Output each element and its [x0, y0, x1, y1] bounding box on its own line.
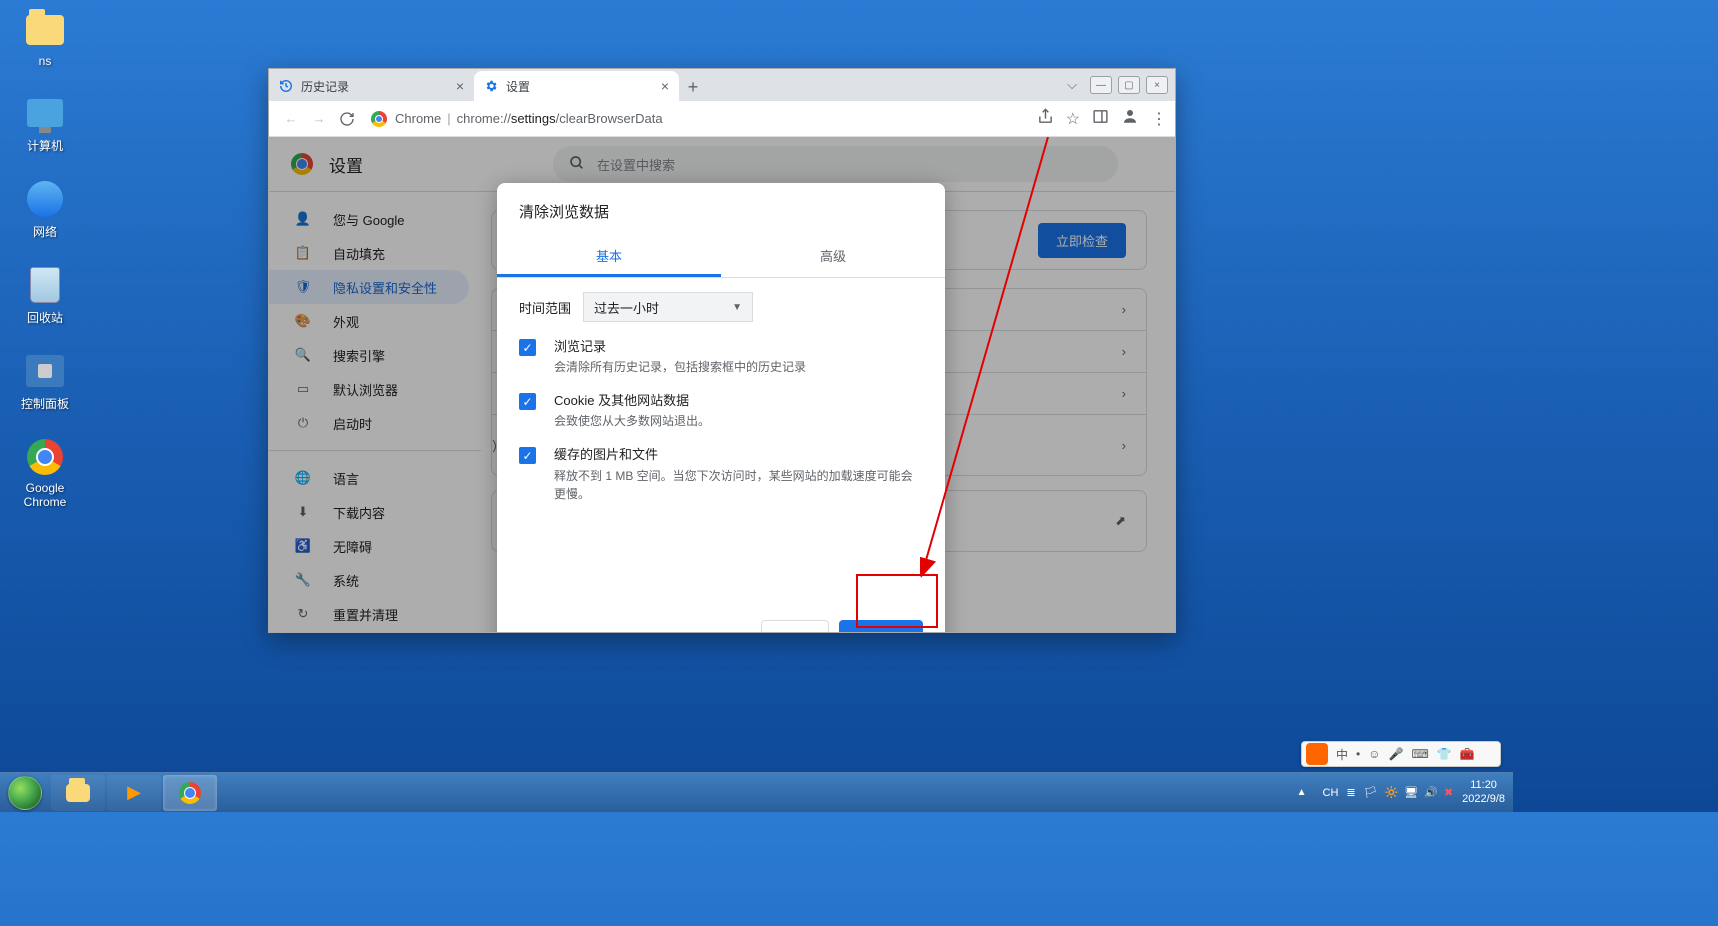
tray-generic-icon[interactable]: ✖ — [1444, 786, 1453, 799]
dialog-tabs: 基本 高级 — [497, 234, 945, 278]
chrome-window: 历史记录 × 设置 × + ⌵ — ▢ × ← → Chrome | chrom… — [268, 68, 1176, 633]
desktop-label: 回收站 — [10, 309, 80, 326]
close-button[interactable]: × — [1146, 76, 1168, 94]
taskbar-explorer[interactable] — [51, 775, 105, 811]
clock-time: 11:20 — [1462, 779, 1505, 792]
address-bar[interactable]: Chrome | chrome://settings/clearBrowserD… — [371, 111, 663, 127]
network-icon[interactable]: 🖥 — [1404, 786, 1418, 799]
ime-mic-icon[interactable]: 🎤 — [1388, 747, 1403, 761]
option-title: 浏览记录 — [554, 338, 806, 356]
tab-strip: 历史记录 × 设置 × + ⌵ — ▢ × — [269, 69, 1175, 101]
desktop-icon-recycle-bin[interactable]: 回收站 — [10, 265, 80, 326]
chevron-down-icon: ▼ — [732, 302, 742, 313]
tab-label: 历史记录 — [301, 78, 349, 95]
action-center-icon[interactable]: 🏳 — [1364, 786, 1378, 799]
dialog-tab-advanced[interactable]: 高级 — [721, 234, 945, 277]
option-cache: ✓ 缓存的图片和文件 释放不到 1 MB 空间。当您下次访问时，某些网站的加载速… — [519, 446, 923, 502]
ime-indicator[interactable]: CH — [1323, 787, 1339, 799]
time-range-select[interactable]: 过去一小时 ▼ — [583, 292, 753, 322]
desktop-icon-network[interactable]: 网络 — [10, 179, 80, 240]
toolbar-right: ☆ ⋮ — [1037, 107, 1167, 130]
ime-emoji-icon[interactable]: ☺ — [1368, 747, 1380, 761]
ime-skin-icon[interactable]: 👕 — [1437, 747, 1452, 761]
back-button[interactable]: ← — [277, 105, 305, 133]
tab-close-icon[interactable]: × — [456, 78, 464, 94]
desktop-label: 控制面板 — [10, 395, 80, 412]
clear-data-button[interactable]: 清除数据 — [839, 620, 923, 632]
browser-toolbar: ← → Chrome | chrome://settings/clearBrow… — [269, 101, 1175, 137]
option-cookies: ✓ Cookie 及其他网站数据 会致使您从大多数网站退出。 — [519, 392, 923, 430]
time-range-value: 过去一小时 — [594, 298, 659, 317]
option-title: 缓存的图片和文件 — [554, 446, 923, 464]
ime-lang[interactable]: 中 — [1336, 746, 1348, 763]
system-tray: ▲ CH ≣ 🏳 🔆 🖥 🔊 ✖ 11:20 2022/9/8 — [1297, 779, 1513, 805]
url-hl: settings — [511, 111, 556, 126]
dialog-title: 清除浏览数据 — [497, 183, 945, 234]
option-desc: 会清除所有历史记录，包括搜索框中的历史记录 — [554, 358, 806, 376]
desktop-label: 网络 — [10, 223, 80, 240]
window-controls: ⌵ — ▢ × — [1057, 73, 1175, 101]
desktop-icon-ns[interactable]: ns — [10, 10, 80, 68]
tab-history[interactable]: 历史记录 × — [269, 71, 474, 101]
start-button[interactable] — [0, 773, 50, 813]
taskbar-chrome[interactable] — [163, 775, 217, 811]
history-icon — [279, 79, 293, 93]
desktop-label: ns — [10, 54, 80, 68]
checkbox-browsing-history[interactable]: ✓ — [519, 339, 536, 356]
windows-orb-icon — [8, 776, 42, 810]
option-desc: 释放不到 1 MB 空间。当您下次访问时，某些网站的加载速度可能会更慢。 — [554, 467, 923, 503]
settings-icon — [484, 79, 498, 93]
desktop: ns 计算机 网络 回收站 控制面板 Google Chrome — [10, 10, 80, 534]
tray-icon[interactable]: 🔆 — [1385, 786, 1399, 799]
option-title: Cookie 及其他网站数据 — [554, 392, 710, 410]
tab-settings[interactable]: 设置 × — [474, 71, 679, 101]
settings-page: 设置 在设置中搜索 👤您与 Google 📋自动填充 🛡隐私设置和安全性 🎨外观… — [269, 137, 1175, 632]
show-hidden-icons[interactable]: ▲ — [1297, 787, 1307, 798]
reload-button[interactable] — [333, 105, 361, 133]
ime-keyboard-icon[interactable]: ⌨ — [1411, 747, 1428, 761]
option-desc: 会致使您从大多数网站退出。 — [554, 412, 710, 430]
ime-toolbox-icon[interactable]: 🧰 — [1460, 747, 1475, 761]
url-gray: chrome:// — [457, 111, 511, 126]
desktop-icon-computer[interactable]: 计算机 — [10, 93, 80, 154]
url-tail: /clearBrowserData — [556, 111, 663, 126]
forward-button[interactable]: → — [305, 105, 333, 133]
chrome-icon — [371, 111, 387, 127]
option-browsing-history: ✓ 浏览记录 会清除所有历史记录，包括搜索框中的历史记录 — [519, 338, 923, 376]
profile-icon[interactable] — [1121, 107, 1139, 130]
new-tab-button[interactable]: + — [679, 73, 707, 101]
dialog-tab-basic[interactable]: 基本 — [497, 234, 721, 277]
checkbox-cache[interactable]: ✓ — [519, 447, 536, 464]
taskbar-media-player[interactable]: ▶ — [107, 775, 161, 811]
address-label: Chrome — [395, 111, 441, 126]
desktop-label: 计算机 — [10, 137, 80, 154]
taskbar: ▶ ▲ CH ≣ 🏳 🔆 🖥 🔊 ✖ 11:20 2022/9/8 — [0, 772, 1513, 812]
clear-browsing-data-dialog: 清除浏览数据 基本 高级 时间范围 过去一小时 ▼ ✓ 浏览记录 会清 — [497, 183, 945, 632]
tab-label: 设置 — [506, 78, 530, 95]
ime-punct[interactable]: • — [1356, 747, 1360, 761]
desktop-label: Google Chrome — [10, 481, 80, 509]
checkbox-cookies[interactable]: ✓ — [519, 393, 536, 410]
sogou-logo-icon — [1306, 743, 1328, 765]
tabs-dropdown-icon[interactable]: ⌵ — [1057, 73, 1087, 97]
desktop-icon-control-panel[interactable]: 控制面板 — [10, 351, 80, 412]
bookmark-icon[interactable]: ☆ — [1066, 109, 1080, 129]
ime-floating-toolbar[interactable]: 中 • ☺ 🎤 ⌨ 👕 🧰 — [1301, 741, 1501, 767]
menu-icon[interactable]: ⋮ — [1151, 109, 1167, 129]
taskbar-clock[interactable]: 11:20 2022/9/8 — [1462, 779, 1505, 805]
share-icon[interactable] — [1037, 108, 1054, 130]
maximize-button[interactable]: ▢ — [1118, 76, 1140, 94]
tab-close-icon[interactable]: × — [661, 78, 669, 94]
desktop-icon-chrome[interactable]: Google Chrome — [10, 437, 80, 509]
time-range-label: 时间范围 — [519, 298, 571, 317]
cancel-button[interactable]: 取消 — [761, 620, 829, 632]
volume-icon[interactable]: 🔊 — [1424, 786, 1438, 799]
ime-locale-icon[interactable]: ≣ — [1346, 786, 1355, 799]
clock-date: 2022/9/8 — [1462, 793, 1505, 806]
minimize-button[interactable]: — — [1090, 76, 1112, 94]
side-panel-icon[interactable] — [1092, 108, 1109, 130]
